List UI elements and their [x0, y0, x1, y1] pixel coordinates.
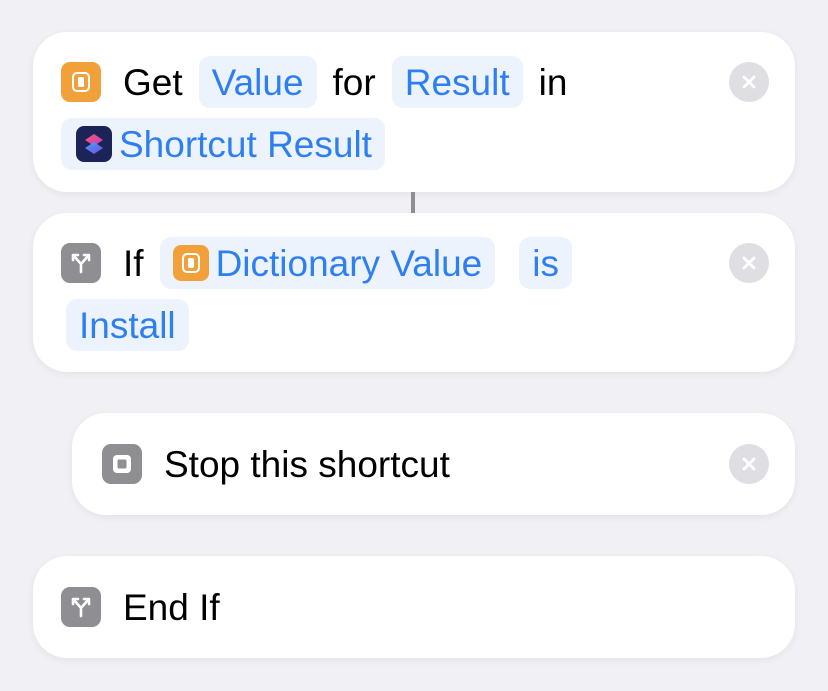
stop-label: Stop this shortcut — [164, 443, 450, 485]
dictionary-icon — [61, 62, 101, 102]
dictionary-value-token[interactable]: Dictionary Value — [159, 237, 496, 289]
stop-action-card[interactable]: Stop this shortcut — [72, 413, 795, 515]
flow-connector — [411, 192, 415, 213]
stop-icon — [102, 444, 142, 484]
for-word: for — [332, 61, 376, 103]
close-icon — [742, 256, 756, 270]
if-line-1: If Dictionary Value is — [61, 236, 572, 290]
if-line-2: Install — [66, 299, 189, 351]
remove-action-button[interactable] — [729, 62, 769, 102]
shortcut-result-token[interactable]: Shortcut Result — [61, 118, 385, 170]
dictionary-value-label: Dictionary Value — [215, 242, 483, 284]
dictionary-icon — [172, 245, 209, 281]
branch-icon — [61, 243, 101, 283]
get-word: Get — [123, 61, 183, 103]
end-if-action-card[interactable]: End If — [33, 556, 795, 658]
value-token[interactable]: Value — [198, 56, 317, 108]
shortcut-result-label: Shortcut Result — [119, 123, 372, 165]
get-value-action-card[interactable]: Get Value for Result in Shortcut Result — [33, 32, 795, 192]
condition-token[interactable]: is — [519, 237, 572, 289]
result-key-token[interactable]: Result — [391, 56, 523, 108]
in-word: in — [538, 61, 568, 103]
end-if-line: End If — [61, 580, 220, 634]
condition-value-token[interactable]: Install — [66, 299, 189, 351]
remove-action-button[interactable] — [729, 444, 769, 484]
remove-action-button[interactable] — [729, 243, 769, 283]
if-action-card[interactable]: If Dictionary Value is Install — [33, 213, 795, 372]
close-icon — [742, 75, 756, 89]
get-value-line-1: Get Value for Result in — [61, 55, 567, 109]
shortcut-editor: Get Value for Result in Shortcut Result … — [0, 0, 828, 691]
stop-line: Stop this shortcut — [102, 437, 450, 491]
shortcuts-app-icon — [76, 126, 112, 162]
branch-icon — [61, 587, 101, 627]
get-value-line-2: Shortcut Result — [61, 118, 385, 170]
end-if-label: End If — [123, 586, 220, 628]
if-word: If — [123, 242, 144, 284]
close-icon — [742, 457, 756, 471]
